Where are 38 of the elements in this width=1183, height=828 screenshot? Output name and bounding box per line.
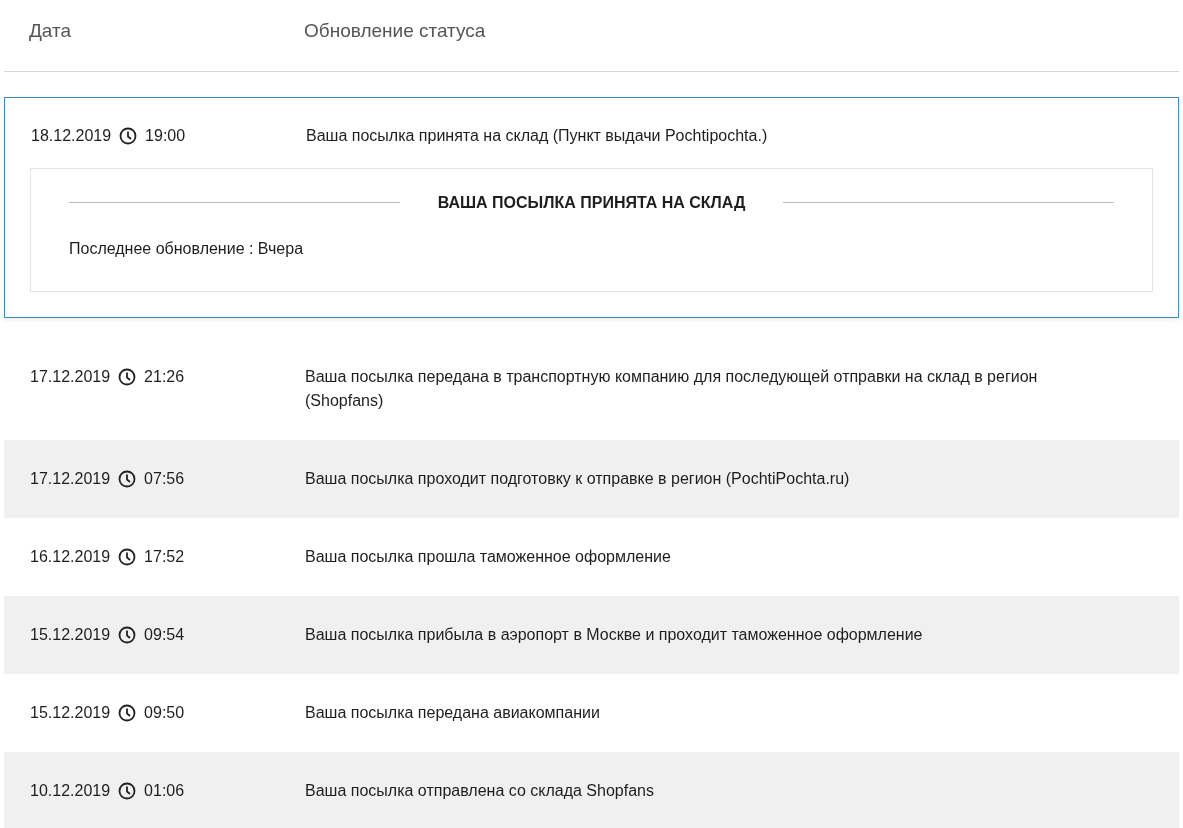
status-text: Ваша посылка передана в транспортную компанию для последующей отправки на склад в регион (Shopfans) — [305, 367, 1038, 409]
status-text: Ваша посылка проходит подготовку к отправке в регион (PochtiPochta.ru) — [305, 469, 850, 487]
clock-icon — [119, 126, 138, 145]
status-row[interactable]: 10.12.2019 01:06 Ваша посылка отправлена со склада Shopfans — [4, 751, 1179, 828]
status-row[interactable]: 17.12.2019 07:56 Ваша посылка проходит подготовку к отправке в регион (PochtiPochta.ru) — [4, 439, 1179, 518]
time-text: 19:00 — [145, 125, 186, 146]
clock-icon — [118, 469, 137, 488]
date-text: 17.12.2019 — [30, 366, 111, 387]
clock-icon — [118, 547, 137, 566]
date-text: 16.12.2019 — [30, 546, 111, 567]
last-update-text: Последнее обновление : Вчера — [69, 238, 305, 259]
time-text: 07:56 — [144, 468, 185, 489]
time-text: 17:52 — [144, 546, 185, 567]
clock-icon — [118, 367, 137, 386]
time-text: 21:26 — [144, 366, 185, 387]
column-header: Обновление статуса — [304, 20, 486, 41]
status-text: Ваша посылка отправлена со склада Shopfans — [305, 781, 654, 799]
status-text: Ваша посылка принята на склад (Пункт выдачи Pochtipochta.) — [306, 126, 768, 144]
clock-icon — [118, 781, 137, 800]
time-text: 09:54 — [144, 624, 185, 645]
date-text: 15.12.2019 — [30, 624, 111, 645]
status-text: Ваша посылка передана авиакомпании — [305, 703, 600, 721]
detail-title: ВАША ПОСЫЛКА ПРИНЯТА НА СКЛАД — [437, 192, 746, 213]
status-row[interactable]: 15.12.2019 09:50 Ваша посылка передана авиакомпании — [4, 673, 1179, 752]
status-row[interactable]: 16.12.2019 17:52 Ваша посылка прошла таможенное оформление — [4, 517, 1179, 596]
date-text: 17.12.2019 — [30, 468, 111, 489]
column-header: Дата — [29, 20, 72, 41]
status-text: Ваша посылка прибыла в аэропорт в Москве и проходит таможенное оформление — [305, 625, 923, 643]
clock-icon — [118, 703, 137, 722]
date-text: 15.12.2019 — [30, 702, 111, 723]
date-text: 18.12.2019 — [31, 125, 112, 146]
time-text: 01:06 — [144, 780, 185, 801]
status-row[interactable]: 17.12.2019 21:26 Ваша посылка передана в транспортную компанию для последующей отправки на склад в регион (Shopfans) — [4, 337, 1179, 440]
time-text: 09:50 — [144, 702, 185, 723]
date-text: 10.12.2019 — [30, 780, 111, 801]
status-text: Ваша посылка прошла таможенное оформление — [305, 547, 671, 565]
clock-icon — [118, 625, 137, 644]
status-row[interactable]: 15.12.2019 09:54 Ваша посылка прибыла в аэропорт в Москве и проходит таможенное оформление — [4, 595, 1179, 674]
